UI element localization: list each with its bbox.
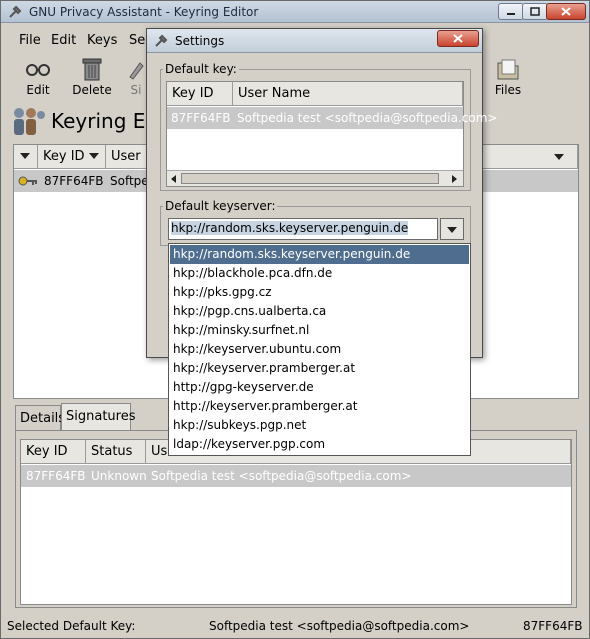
settings-close-button[interactable] <box>437 30 479 47</box>
maximize-icon <box>530 7 540 16</box>
close-button[interactable] <box>546 3 586 20</box>
dropdown-arrow-icon <box>447 227 457 233</box>
dropdown-arrow-icon <box>554 154 564 160</box>
status-user: Softpedia test <softpedia@softpedia.com> <box>209 619 470 633</box>
status-label: Selected Default Key: <box>7 619 136 633</box>
keyring-heading: Keyring Editor <box>11 105 192 139</box>
keyserver-input[interactable]: hkp://random.sks.keyserver.penguin.de <box>168 218 438 240</box>
key-edit-icon <box>26 64 50 76</box>
default-key-column-key-id[interactable]: Key ID <box>167 82 233 106</box>
key-pair-icon <box>18 176 37 186</box>
settings-title-bar[interactable]: Settings <box>147 29 482 53</box>
keyserver-option[interactable]: http://gpg-keyserver.de <box>170 378 469 397</box>
default-key-row[interactable]: 87FF64FB Softpedia test <softpedia@softp… <box>167 107 497 129</box>
minimize-button[interactable] <box>498 3 524 20</box>
keyserver-option[interactable]: hkp://blackhole.pca.dfn.de <box>170 264 469 283</box>
files-label: Files <box>494 83 522 97</box>
menu-keys[interactable]: Keys <box>87 33 117 48</box>
tab-details[interactable]: Details <box>15 405 65 431</box>
scroll-right-icon <box>452 175 457 183</box>
menu-edit[interactable]: Edit <box>51 33 76 48</box>
keyserver-dropdown-list: hkp://random.sks.keyserver.penguin.de hk… <box>168 243 471 456</box>
files-button[interactable]: Files <box>483 57 533 97</box>
settings-icon <box>155 34 168 47</box>
status-bar: Selected Default Key: Softpedia test <so… <box>1 615 589 639</box>
horizontal-scrollbar[interactable] <box>167 170 463 186</box>
tab-signatures[interactable]: Signatures <box>61 403 136 431</box>
delete-label: Delete <box>72 83 112 97</box>
edit-label: Edit <box>26 83 50 97</box>
default-key-list: Key ID User Name 87FF64FB Softpedia test… <box>166 81 497 187</box>
close-icon <box>453 34 463 43</box>
default-key-row-user: Softpedia test <softpedia@softpedia.com> <box>237 111 498 125</box>
row-key-id: 87FF64FB <box>44 174 104 188</box>
column-key-id-label: Key ID <box>43 149 85 164</box>
keyserver-option[interactable]: hkp://random.sks.keyserver.penguin.de <box>170 245 469 264</box>
signature-list: Key ID Status Use 87FF64FB Unknown Softp… <box>20 439 572 605</box>
sig-key-id: 87FF64FB <box>26 469 86 483</box>
trash-icon <box>82 58 102 81</box>
default-key-label: Default key: <box>163 62 239 76</box>
keyserver-option[interactable]: hkp://subkeys.pgp.net <box>170 416 469 435</box>
keyserver-value: hkp://random.sks.keyserver.penguin.de <box>171 221 409 235</box>
keyserver-option[interactable]: hkp://keyserver.ubuntu.com <box>170 340 469 359</box>
row-user: Softpe <box>110 174 149 188</box>
title-bar[interactable]: GNU Privacy Assistant - Keyring Editor <box>1 1 589 23</box>
sig-user: Softpedia test <softpedia@softpedia.com> <box>151 469 412 483</box>
signatures-panel: Key ID Status Use 87FF64FB Unknown Softp… <box>15 430 577 608</box>
sign-label: Si <box>130 83 142 97</box>
people-icon <box>14 108 45 135</box>
keyserver-option[interactable]: ldap://keyserver.pgp.com <box>170 435 469 454</box>
keyserver-option[interactable]: hkp://keyserver.pramberger.at <box>170 359 469 378</box>
default-keyserver-label: Default keyserver: <box>163 199 278 213</box>
close-icon <box>561 7 571 16</box>
gpa-app-icon <box>9 5 22 18</box>
keyserver-option[interactable]: http://keyserver.pramberger.at <box>170 397 469 416</box>
maximize-button[interactable] <box>522 3 548 20</box>
column-expander[interactable] <box>14 145 38 169</box>
column-key-id[interactable]: Key ID <box>38 145 106 169</box>
keyserver-option[interactable]: hkp://pgp.cns.ualberta.ca <box>170 302 469 321</box>
scroll-left-icon <box>171 175 176 183</box>
keyserver-option[interactable]: hkp://pks.gpg.cz <box>170 283 469 302</box>
menu-settings[interactable]: Se <box>129 33 145 48</box>
keyserver-dropdown-button[interactable] <box>440 218 464 240</box>
sig-column-status[interactable]: Status <box>86 440 146 464</box>
sig-column-key-id[interactable]: Key ID <box>21 440 86 464</box>
keyserver-combo[interactable]: hkp://random.sks.keyserver.penguin.de <box>168 218 464 240</box>
sort-down-icon <box>88 153 99 159</box>
edit-button[interactable]: Edit <box>13 57 63 97</box>
triangle-down-icon <box>20 153 30 159</box>
minimize-icon <box>507 13 515 15</box>
keyserver-option[interactable]: hkp://minsky.surfnet.nl <box>170 321 469 340</box>
folder-icon <box>497 59 519 80</box>
scroll-thumb[interactable] <box>181 173 439 184</box>
settings-title: Settings <box>175 34 225 48</box>
default-key-column-user[interactable]: User Name <box>233 82 463 106</box>
status-key-id: 87FF64FB <box>523 619 583 633</box>
delete-button[interactable]: Delete <box>67 57 117 97</box>
sign-icon <box>129 62 144 80</box>
window-title: GNU Privacy Assistant - Keyring Editor <box>29 5 259 19</box>
menu-file[interactable]: File <box>19 33 41 48</box>
sig-status: Unknown <box>91 469 147 483</box>
default-key-row-id: 87FF64FB <box>171 111 231 125</box>
table-row[interactable]: 87FF64FB Unknown Softpedia test <softped… <box>21 465 571 487</box>
